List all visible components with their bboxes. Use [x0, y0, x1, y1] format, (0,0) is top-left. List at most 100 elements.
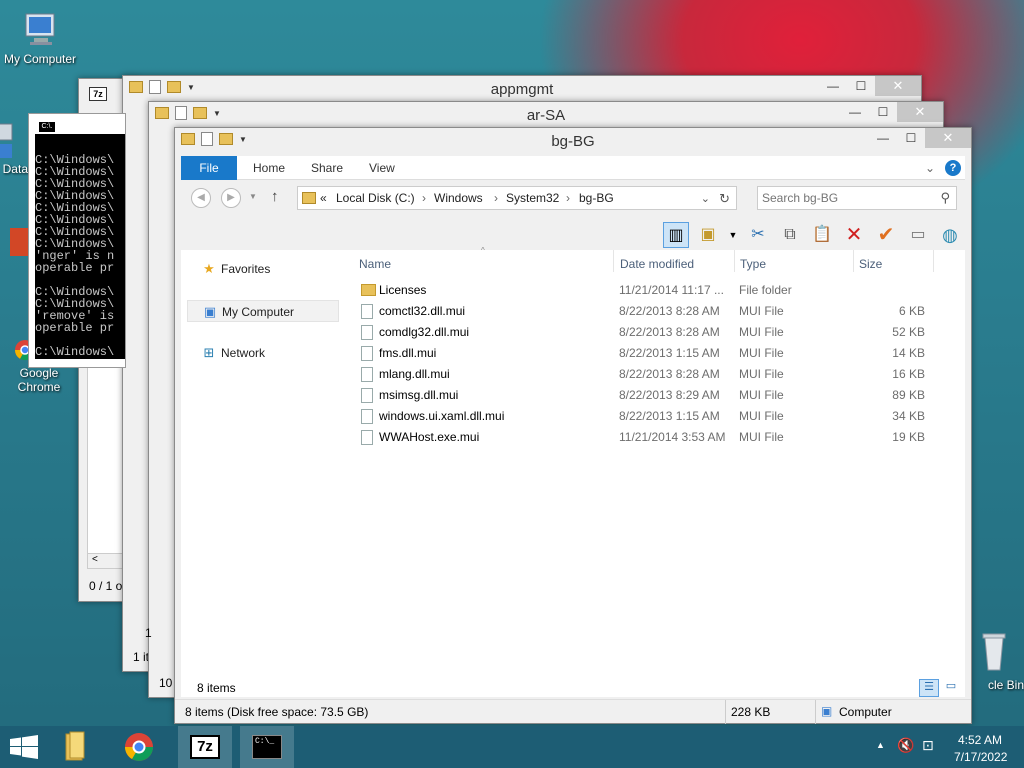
start-button[interactable]	[0, 726, 48, 768]
file-row[interactable]: msimsg.dll.mui 8/22/2013 8:29 AM MUI File 8…	[357, 385, 927, 406]
cut-icon[interactable]: ✂	[745, 222, 771, 248]
file-name: Licenses	[379, 283, 427, 297]
file-name: msimsg.dll.mui	[379, 388, 459, 402]
tab-home[interactable]: Home	[253, 156, 285, 180]
tab-file[interactable]: File	[181, 156, 237, 180]
search-box[interactable]: ⚲	[757, 186, 957, 210]
desktop-icon-my-computer[interactable]: My Computer	[0, 10, 80, 66]
column-divider[interactable]	[853, 250, 854, 272]
breadcrumb-separator: ›	[494, 191, 498, 205]
show-hidden-icons-icon[interactable]: ▲	[876, 740, 885, 750]
title-bar[interactable]: ▼ appmgmt — ☐ ✕	[123, 76, 921, 102]
address-dropdown-icon[interactable]: ⌄	[701, 192, 710, 205]
clock-time[interactable]: 4:52 AM	[958, 733, 1002, 747]
address-row: ◀ ▶ ▼ ↑ « Local Disk (C:) › Windows › Sy…	[181, 186, 965, 212]
chevron-down-icon[interactable]: ▼	[727, 222, 739, 248]
volume-muted-icon[interactable]: 🔇	[897, 737, 914, 754]
file-row[interactable]: windows.ui.xaml.dll.mui 8/22/2013 1:15 AM…	[357, 406, 927, 427]
tab-view[interactable]: View	[369, 156, 395, 180]
column-header-size[interactable]: Size	[859, 250, 882, 278]
file-date: 11/21/2014 3:53 AM	[619, 430, 726, 444]
search-icon[interactable]: ⚲	[940, 190, 950, 206]
clock-date[interactable]: 7/17/2022	[954, 750, 1007, 764]
breadcrumb-system32[interactable]: System32	[506, 191, 559, 205]
large-icons-view-icon[interactable]: ▭	[941, 679, 961, 697]
column-divider[interactable]	[613, 250, 614, 272]
close-button[interactable]: ✕	[925, 128, 971, 148]
file-icon	[361, 346, 373, 361]
properties-icon[interactable]: ▭	[905, 222, 931, 248]
address-bar[interactable]: « Local Disk (C:) › Windows › System32 ›…	[297, 186, 737, 210]
close-button[interactable]: ✕	[875, 76, 921, 96]
maximize-button[interactable]: ☐	[847, 76, 875, 96]
breadcrumb-local-disk[interactable]: Local Disk (C:)	[336, 191, 415, 205]
nav-my-computer[interactable]: ▣ My Computer	[187, 300, 339, 322]
desktop-icon-label: Google Chrome	[17, 366, 61, 394]
recent-locations-icon[interactable]: ▼	[249, 192, 257, 201]
desktop-icon-ppt[interactable]	[10, 228, 30, 258]
taskbar-file-explorer[interactable]	[50, 726, 104, 768]
column-divider[interactable]	[734, 250, 735, 272]
maximize-button[interactable]: ☐	[897, 128, 925, 148]
title-bar[interactable]: ▼ bg-BG — ☐ ✕	[175, 128, 971, 154]
breadcrumb-bg-bg[interactable]: bg-BG	[579, 191, 614, 205]
delete-icon[interactable]: ✕	[841, 222, 867, 248]
nav-network[interactable]: ⊞ Network	[187, 342, 339, 364]
close-button[interactable]: ✕	[897, 102, 943, 122]
minimize-button[interactable]: —	[841, 102, 869, 122]
refresh-icon[interactable]: ↻	[719, 191, 730, 207]
computer-icon: ▣	[821, 704, 833, 718]
forward-button[interactable]: ▶	[221, 188, 241, 208]
view-options-icon[interactable]: ▣	[695, 222, 721, 248]
file-size: 34 KB	[892, 409, 925, 423]
minimize-button[interactable]: —	[819, 76, 847, 96]
file-date: 8/22/2013 1:15 AM	[619, 346, 720, 360]
taskbar-7zip[interactable]: 7z	[178, 726, 232, 768]
total-size: 228 KB	[731, 705, 771, 719]
cmd-icon: C:\_	[252, 735, 282, 759]
file-size: 6 KB	[898, 304, 925, 318]
cmd-console[interactable]: C:\Windows\ C:\Windows\ C:\Windows\ C:\Wind…	[35, 134, 125, 359]
file-size: 19 KB	[892, 430, 925, 444]
network-status-icon[interactable]: ⊡	[922, 737, 934, 754]
file-icon	[361, 367, 373, 382]
title-bar[interactable]: ▼ ar-SA — ☐ ✕	[149, 102, 943, 128]
preview-pane-icon[interactable]: ▥	[663, 222, 689, 248]
tab-share[interactable]: Share	[311, 156, 343, 180]
folder-icon	[361, 284, 376, 296]
breadcrumb-windows[interactable]: Windows	[434, 191, 483, 205]
up-button[interactable]: ↑	[271, 188, 279, 205]
globe-icon[interactable]: ◍	[937, 222, 963, 248]
column-header-type[interactable]: Type	[740, 250, 766, 278]
paste-icon[interactable]: 📋	[809, 222, 835, 248]
cmd-window[interactable]: C:\. C:\Windows\ C:\Windows\ C:\Windows\ C:…	[28, 113, 126, 368]
explorer-window-bg-bg[interactable]: ▼ bg-BG — ☐ ✕ File Home Share View ⌄ ? ◀ ▶…	[174, 127, 972, 724]
file-row[interactable]: fms.dll.mui 8/22/2013 1:15 AM MUI File 14 K…	[357, 343, 927, 364]
column-divider[interactable]	[933, 250, 934, 272]
rename-icon[interactable]: ✔	[873, 222, 899, 248]
taskbar-chrome[interactable]	[112, 726, 166, 768]
desktop-icon-data[interactable]: Data	[0, 120, 28, 176]
breadcrumb-overflow[interactable]: «	[320, 191, 327, 205]
file-row[interactable]: mlang.dll.mui 8/22/2013 8:28 AM MUI File 16…	[357, 364, 927, 385]
column-header-name[interactable]: Name	[359, 250, 391, 278]
details-view-icon[interactable]: ☰	[919, 679, 939, 697]
cmd-line: C:\Windows\	[35, 345, 115, 359]
taskbar-cmd[interactable]: C:\_	[240, 726, 294, 768]
help-icon[interactable]: ?	[945, 160, 961, 176]
back-button[interactable]: ◀	[191, 188, 211, 208]
maximize-button[interactable]: ☐	[869, 102, 897, 122]
file-row[interactable]: Licenses 11/21/2014 11:17 ... File folder	[357, 280, 927, 301]
nav-favorites[interactable]: ★ Favorites	[187, 258, 339, 280]
file-date: 8/22/2013 1:15 AM	[619, 409, 720, 423]
file-row[interactable]: comctl32.dll.mui 8/22/2013 8:28 AM MUI Fil…	[357, 301, 927, 322]
ribbon-tabs: File Home Share View ⌄ ?	[181, 156, 965, 180]
expand-ribbon-icon[interactable]: ⌄	[925, 161, 935, 175]
copy-icon[interactable]: ⧉	[777, 222, 803, 248]
file-row[interactable]: comdlg32.dll.mui 8/22/2013 8:28 AM MUI Fil…	[357, 322, 927, 343]
minimize-button[interactable]: —	[869, 128, 897, 148]
column-header-date[interactable]: Date modified	[620, 250, 694, 278]
search-input[interactable]	[762, 190, 932, 206]
powerpoint-icon	[10, 228, 30, 256]
file-row[interactable]: WWAHost.exe.mui 11/21/2014 3:53 AM MUI Fil…	[357, 427, 927, 448]
